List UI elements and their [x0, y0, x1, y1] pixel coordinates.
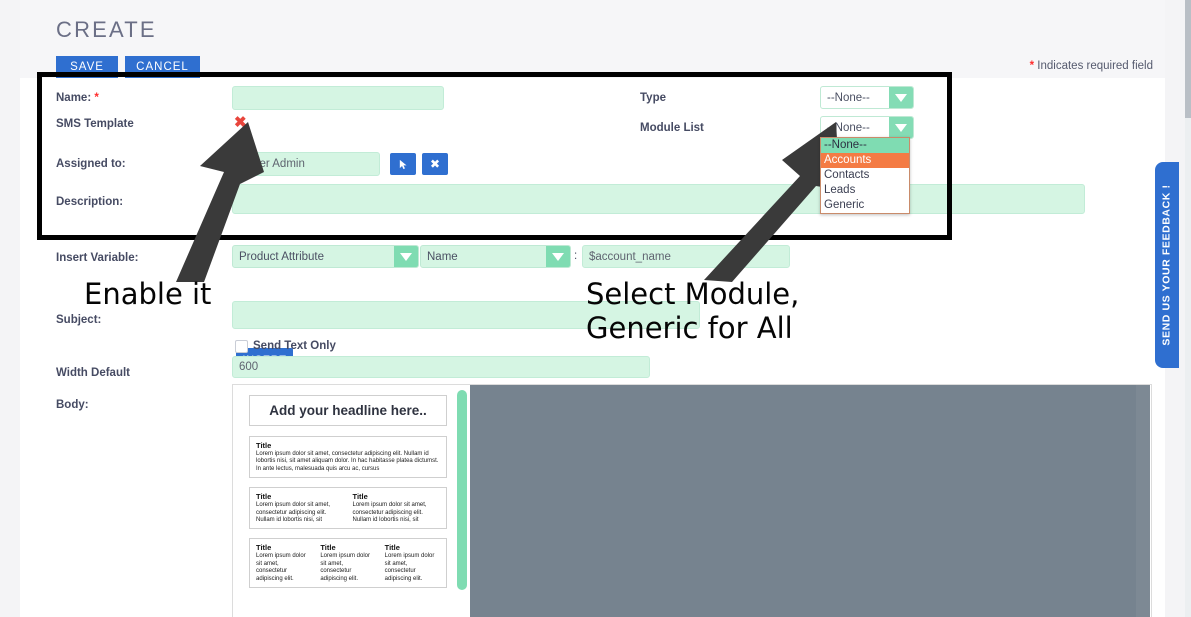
annotation-text-enable-it: Enable it: [84, 277, 212, 311]
chevron-down-icon: [394, 246, 418, 267]
module-option-contacts[interactable]: Contacts: [821, 168, 909, 183]
description-label: Description:: [56, 196, 124, 208]
template-block-list: Add your headline here.. Title Lorem ips…: [233, 385, 455, 617]
name-input[interactable]: [232, 86, 444, 110]
cancel-button[interactable]: CANCEL: [125, 56, 200, 78]
insert-variable-field-select[interactable]: Name: [420, 245, 571, 268]
assigned-to-label: Assigned to:: [56, 158, 126, 170]
send-text-only-checkbox[interactable]: [235, 340, 248, 353]
template-block-3col[interactable]: Title Lorem ipsum dolor sit amet, consec…: [249, 538, 447, 589]
block-text: Lorem ipsum dolor sit amet, consectetur …: [352, 502, 427, 524]
send-feedback-tab[interactable]: SEND US YOUR FEEDBACK !: [1155, 162, 1179, 368]
cursor-select-icon: [399, 159, 407, 169]
block-column: Title Lorem ipsum dolor sit amet, consec…: [320, 543, 375, 583]
page-title: CREATE: [56, 17, 157, 42]
send-feedback-label: SEND US YOUR FEEDBACK !: [1161, 184, 1173, 346]
name-label: Name: *: [56, 92, 99, 104]
assigned-to-select-button[interactable]: [390, 153, 416, 175]
width-default-input[interactable]: [232, 356, 650, 378]
block-title: Title: [256, 441, 272, 450]
block-title: Title: [320, 543, 336, 553]
chevron-down-icon: [546, 246, 570, 267]
module-option-generic[interactable]: Generic: [821, 198, 909, 213]
block-text: Lorem ipsum dolor sit amet, consectetur …: [256, 553, 306, 582]
assigned-to-clear-button[interactable]: ✖: [422, 153, 448, 175]
content-card: CREATE * Indicates required field SAVE C…: [20, 0, 1165, 617]
block-title: Title: [256, 543, 272, 553]
send-text-only-label: Send Text Only: [253, 340, 336, 352]
page-scrollbar[interactable]: [1185, 0, 1191, 617]
block-title: Title: [352, 492, 368, 502]
app-page: CREATE * Indicates required field SAVE C…: [0, 0, 1185, 617]
block-text: Lorem ipsum dolor sit amet, consectetur …: [256, 451, 439, 472]
template-headline-block[interactable]: Add your headline here..: [249, 395, 447, 426]
save-button[interactable]: SAVE: [56, 56, 118, 78]
module-list-label: Module List: [640, 122, 704, 134]
chevron-down-icon: [889, 87, 913, 108]
insert-variable-field-value: Name: [427, 250, 458, 263]
template-block-2col[interactable]: Title Lorem ipsum dolor sit amet, consec…: [249, 487, 447, 530]
chevron-down-icon: [889, 117, 913, 138]
block-column: Title Lorem ipsum dolor sit amet, consec…: [256, 492, 344, 524]
template-list-scroll-thumb[interactable]: [457, 390, 467, 590]
type-select[interactable]: --None--: [820, 86, 914, 109]
type-label: Type: [640, 92, 666, 104]
email-canvas[interactable]: [470, 385, 1150, 617]
block-column: Title Lorem ipsum dolor sit amet, consec…: [385, 543, 440, 583]
annotation-text-select-module: Select Module, Generic for All: [586, 277, 800, 345]
insert-variable-separator: :: [574, 250, 578, 262]
type-select-value: --None--: [827, 91, 870, 104]
body-label: Body:: [56, 399, 89, 411]
block-text: Lorem ipsum dolor sit amet, consectetur …: [384, 553, 435, 582]
canvas-right-edge: [1136, 385, 1150, 617]
module-list-dropdown[interactable]: --None-- Accounts Contacts Leads Generic: [820, 137, 910, 214]
block-title: Title: [256, 492, 272, 502]
template-list-scrollbar[interactable]: [455, 385, 469, 617]
subject-label: Subject:: [56, 314, 102, 326]
block-title: Title: [384, 543, 400, 553]
page-scrollbar-thumb[interactable]: [1185, 0, 1191, 118]
required-note-text: Indicates required field: [1034, 60, 1153, 72]
annotation-arrow-enable: [176, 122, 264, 282]
module-option-none[interactable]: --None--: [821, 138, 909, 153]
module-option-leads[interactable]: Leads: [821, 183, 909, 198]
module-option-accounts[interactable]: Accounts: [821, 153, 909, 168]
block-column: Title Lorem ipsum dolor sit amet, consec…: [256, 543, 311, 583]
template-block-1col[interactable]: Title Lorem ipsum dolor sit amet, consec…: [249, 436, 447, 479]
block-text: Lorem ipsum dolor sit amet, consectetur …: [256, 502, 331, 524]
body-editor-preview: Add your headline here.. Title Lorem ips…: [232, 384, 1152, 617]
name-label-text: Name:: [56, 92, 92, 104]
block-text: Lorem ipsum dolor sit amet, consectetur …: [320, 553, 371, 582]
sms-template-label: SMS Template: [56, 118, 134, 130]
block-column: Title Lorem ipsum dolor sit amet, consec…: [353, 492, 441, 524]
required-field-note: * Indicates required field: [1030, 60, 1153, 72]
description-textarea[interactable]: [232, 184, 1085, 214]
width-default-label: Width Default: [56, 367, 130, 379]
insert-variable-label: Insert Variable:: [56, 252, 139, 264]
name-required-star: *: [94, 92, 99, 104]
